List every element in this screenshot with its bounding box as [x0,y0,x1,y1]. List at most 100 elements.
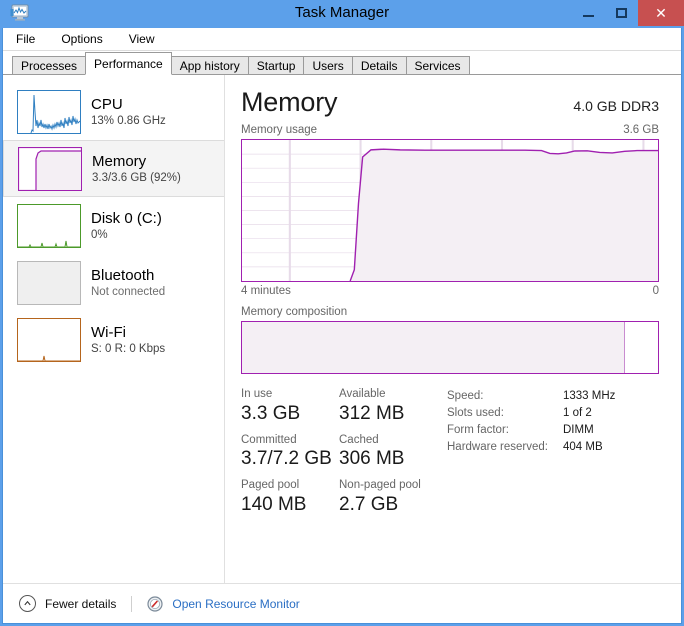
maximize-button[interactable] [605,1,638,25]
cpu-thumbnail-icon [17,89,81,134]
sidebar-item-memory-text: Memory 3.3/3.6 GB (92%) [92,153,181,183]
stat-in-use: In use 3.3 GB [241,388,339,426]
memory-thumbnail-icon [18,146,82,191]
disk-thumbnail-icon [17,203,81,248]
sidebar-item-disk-text: Disk 0 (C:) 0% [91,210,162,240]
tab-app-history[interactable]: App history [170,56,249,75]
composition-free-segment [624,322,658,373]
sidebar-item-memory[interactable]: Memory 3.3/3.6 GB (92%) [3,140,224,197]
bluetooth-thumbnail-icon [17,260,81,305]
footer-bar: Fewer details Open Resource Monitor [3,583,681,623]
spec-slots-used-caption: Slots used: [447,407,504,419]
sidebar-item-bluetooth-sub: Not connected [91,285,166,298]
sidebar-item-bluetooth[interactable]: Bluetooth Not connected [3,254,224,311]
usage-max-label: 3.6 GB [623,124,659,136]
task-manager-window: Task Manager ✕ File Options View Process… [0,0,684,626]
spec-speed: Speed: 1333 MHz [447,388,659,405]
sidebar-item-bluetooth-text: Bluetooth Not connected [91,267,165,297]
memory-detail-panel: Memory 4.0 GB DDR3 Memory usage 3.6 GB 4… [225,75,681,583]
footer-divider [131,595,133,612]
usage-header: Memory usage 3.6 GB [241,124,659,136]
spec-speed-caption: Speed: [447,390,484,402]
client-area: File Options View Processes Performance … [2,28,682,624]
stat-non-paged-pool-value: 2.7 GB [339,493,399,515]
tab-services[interactable]: Services [405,56,470,75]
sidebar-item-memory-sub: 3.3/3.6 GB (92%) [92,171,181,184]
spec-hardware-reserved-caption: Hardware reserved: [447,441,548,453]
stat-committed-value: 3.7/7.2 GB [241,448,332,470]
sidebar-item-wifi-text: Wi-Fi S: 0 R: 0 Kbps [91,324,165,354]
content-body: CPU 13% 0.86 GHz Memory 3.3/3.6 GB (92%)… [3,75,681,583]
stat-row: Committed 3.7/7.2 GB Cached 306 MB [241,434,437,472]
spec-hardware-reserved-value: 404 MB [563,441,603,453]
spec-slots-used: Slots used: 1 of 2 [447,405,659,422]
stat-cached-value: 306 MB [339,448,405,470]
tab-users[interactable]: Users [303,56,353,75]
spec-hardware-reserved: Hardware reserved: 404 MB [447,439,659,456]
stat-non-paged-pool-caption: Non-paged pool [339,479,421,492]
memory-stats-left: In use 3.3 GB Available 312 MB Committed [241,388,437,525]
close-button[interactable]: ✕ [638,0,684,26]
stat-cached-caption: Cached [339,433,379,446]
memory-statistics: In use 3.3 GB Available 312 MB Committed [241,388,659,525]
fewer-details-button[interactable]: Fewer details [45,597,116,611]
stat-available-value: 312 MB [339,402,405,424]
axis-left-label: 4 minutes [241,285,291,297]
stat-row: Paged pool 140 MB Non-paged pool 2.7 GB [241,479,437,517]
stat-in-use-value: 3.3 GB [241,402,301,424]
sidebar-item-cpu[interactable]: CPU 13% 0.86 GHz [3,83,224,140]
menu-file[interactable]: File [12,30,39,48]
wifi-thumbnail-icon [17,317,81,362]
tab-strip: Processes Performance App history Startu… [3,51,681,75]
composition-label: Memory composition [241,306,348,318]
tab-details[interactable]: Details [351,56,407,75]
sidebar-item-bluetooth-label: Bluetooth [91,267,155,285]
spec-slots-used-value: 1 of 2 [563,407,592,419]
sidebar-item-cpu-sub: 13% 0.86 GHz [91,114,166,127]
spec-form-factor-value: DIMM [563,424,594,436]
resource-monitor-icon [147,595,163,612]
resource-sidebar: CPU 13% 0.86 GHz Memory 3.3/3.6 GB (92%)… [3,75,225,583]
memory-specs: Speed: 1333 MHz Slots used: 1 of 2 Form … [437,388,659,525]
menu-options[interactable]: Options [57,30,106,48]
stat-committed: Committed 3.7/7.2 GB [241,434,339,472]
memory-usage-area [350,149,658,281]
sidebar-item-wifi-label: Wi-Fi [91,324,126,342]
stat-in-use-caption: In use [241,388,273,400]
stat-available-caption: Available [339,388,386,400]
sidebar-item-memory-label: Memory [92,153,147,171]
usage-label: Memory usage [241,124,318,136]
sidebar-item-disk[interactable]: Disk 0 (C:) 0% [3,197,224,254]
window-controls: ✕ [572,0,684,28]
memory-composition-bar[interactable] [241,321,659,374]
sidebar-item-cpu-label: CPU [91,96,123,114]
stat-cached: Cached 306 MB [339,434,437,472]
axis-right-label: 0 [652,285,659,297]
stat-non-paged-pool: Non-paged pool 2.7 GB [339,479,437,517]
memory-usage-graph [241,139,659,282]
sidebar-item-disk-sub: 0% [91,228,108,241]
spec-form-factor-caption: Form factor: [447,424,509,436]
stat-paged-pool: Paged pool 140 MB [241,479,339,517]
spec-speed-value: 1333 MHz [563,390,616,402]
page-title: Memory [241,87,338,117]
memory-capacity: 4.0 GB DDR3 [573,98,659,114]
minimize-button[interactable] [572,1,605,25]
stat-paged-pool-caption: Paged pool [241,479,300,492]
stat-row: In use 3.3 GB Available 312 MB [241,388,437,426]
spec-form-factor: Form factor: DIMM [447,422,659,439]
sidebar-item-disk-label: Disk 0 (C:) [91,210,162,228]
sidebar-item-wifi-sub: S: 0 R: 0 Kbps [91,342,166,355]
tab-processes[interactable]: Processes [12,56,87,75]
menu-view[interactable]: View [125,30,159,48]
stat-committed-caption: Committed [241,433,297,446]
sidebar-item-wifi[interactable]: Wi-Fi S: 0 R: 0 Kbps [3,311,224,368]
chevron-up-icon[interactable] [19,595,36,612]
title-bar: Task Manager ✕ [0,0,684,28]
sidebar-item-cpu-text: CPU 13% 0.86 GHz [91,96,166,126]
composition-used-segment [242,322,625,373]
open-resource-monitor-link[interactable]: Open Resource Monitor [172,597,299,611]
memory-usage-graph-svg [242,140,658,281]
tab-startup[interactable]: Startup [247,56,305,75]
tab-performance[interactable]: Performance [85,52,172,75]
